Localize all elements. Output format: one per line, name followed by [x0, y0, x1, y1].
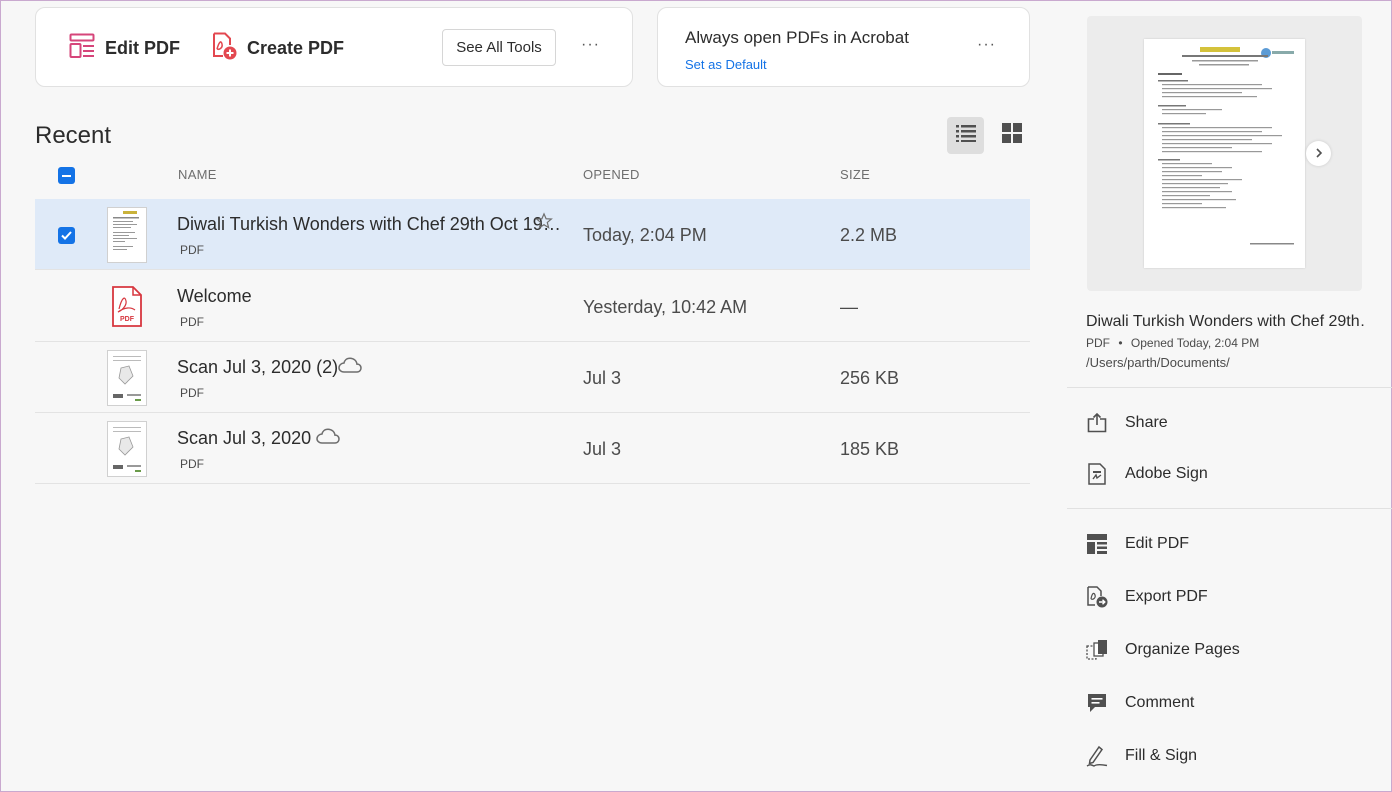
file-name: Welcome	[177, 286, 252, 306]
details-bullet: •	[1118, 336, 1123, 350]
preview-next-button[interactable]	[1306, 141, 1331, 166]
grid-view-button[interactable]	[993, 117, 1030, 154]
adobe-sign-icon	[1086, 463, 1108, 485]
create-pdf-icon	[211, 32, 237, 65]
svg-text:PDF: PDF	[120, 316, 135, 323]
fill-sign-icon	[1086, 745, 1108, 767]
tools-more-icon[interactable]: ···	[581, 36, 600, 54]
adobe-sign-label: Adobe Sign	[1125, 465, 1208, 482]
file-thumbnail	[107, 350, 147, 406]
file-type: PDF	[180, 243, 204, 257]
file-size: 256 KB	[840, 368, 900, 388]
table-row[interactable]: PDF Welcome PDF Yesterday, 10:42 AM —	[35, 271, 1030, 342]
list-view-icon	[955, 124, 976, 147]
file-size: 2.2 MB	[840, 225, 898, 245]
list-view-button[interactable]	[947, 117, 984, 154]
adobe-sign-action[interactable]: Adobe Sign	[1086, 463, 1208, 485]
file-size: —	[840, 297, 858, 317]
details-path: /Users/parth/Documents/	[1086, 355, 1230, 370]
set-as-default-link[interactable]: Set as Default	[685, 57, 767, 72]
organize-pages-label: Organize Pages	[1125, 641, 1240, 658]
column-opened[interactable]: OPENED	[583, 167, 640, 182]
fill-sign-label: Fill & Sign	[1125, 747, 1198, 764]
cloud-icon	[316, 428, 340, 449]
share-action[interactable]: Share	[1086, 412, 1168, 434]
file-name: Scan Jul 3, 2020	[177, 428, 312, 448]
file-thumbnail	[107, 207, 147, 263]
create-pdf-tool[interactable]: Create PDF	[211, 32, 344, 64]
default-app-card: Always open PDFs in Acrobat Set as Defau…	[657, 7, 1030, 87]
column-name[interactable]: NAME	[178, 167, 217, 182]
file-size: 185 KB	[840, 439, 900, 459]
edit-pdf-tool[interactable]: Edit PDF	[69, 32, 180, 64]
table-row[interactable]: Scan Jul 3, 2020 PDF Jul 3 185 KB	[35, 413, 1030, 484]
details-file-name: Diwali Turkish Wonders with Chef 29th…	[1086, 313, 1366, 330]
table-row[interactable]: Scan Jul 3, 2020 (2) PDF Jul 3 256 KB	[35, 342, 1030, 413]
see-all-tools-button[interactable]: See All Tools	[442, 29, 556, 66]
file-name: Scan Jul 3, 2020 (2)	[177, 357, 339, 377]
tools-card: Edit PDF Create PDF See All Tools ···	[35, 7, 633, 87]
file-opened: Jul 3	[583, 439, 622, 459]
divider	[1067, 508, 1392, 509]
edit-pdf-label: Edit PDF	[1125, 535, 1190, 552]
table-row[interactable]: Diwali Turkish Wonders with Chef 29th Oc…	[35, 199, 1030, 270]
file-type: PDF	[180, 457, 204, 471]
create-pdf-label: Create PDF	[247, 37, 345, 58]
file-type: PDF	[180, 386, 204, 400]
file-opened: Today, 2:04 PM	[583, 225, 707, 245]
divider	[1067, 387, 1392, 388]
edit-pdf-icon	[69, 33, 95, 64]
row-checkbox[interactable]	[58, 227, 75, 244]
check-icon	[61, 227, 72, 245]
star-outline-icon[interactable]	[535, 212, 553, 235]
details-meta: PDF • Opened Today, 2:04 PM	[1086, 336, 1259, 350]
comment-label: Comment	[1125, 694, 1195, 711]
share-icon	[1086, 412, 1108, 434]
fill-sign-action[interactable]: Fill & Sign	[1086, 745, 1197, 767]
edit-pdf-action[interactable]: Edit PDF	[1086, 533, 1189, 555]
export-pdf-label: Export PDF	[1125, 588, 1208, 605]
select-all-checkbox[interactable]	[58, 167, 75, 184]
edit-pdf-label: Edit PDF	[105, 37, 180, 58]
file-opened: Jul 3	[583, 368, 622, 388]
file-type: PDF	[180, 315, 204, 329]
minus-icon	[62, 174, 71, 177]
default-app-title: Always open PDFs in Acrobat	[685, 28, 909, 47]
grid-view-icon	[1001, 123, 1022, 148]
column-size[interactable]: SIZE	[840, 167, 870, 182]
comment-icon	[1086, 692, 1108, 714]
file-thumbnail	[107, 421, 147, 477]
export-pdf-icon	[1086, 586, 1108, 608]
organize-pages-icon	[1086, 639, 1108, 661]
preview-page-image	[1144, 39, 1305, 268]
pdf-file-icon: PDF	[107, 279, 147, 335]
default-more-icon[interactable]: ···	[977, 36, 996, 54]
organize-pages-action[interactable]: Organize Pages	[1086, 639, 1240, 661]
details-opened: Opened Today, 2:04 PM	[1130, 336, 1260, 350]
edit-pdf-icon	[1086, 533, 1108, 555]
share-label: Share	[1125, 414, 1168, 431]
recent-title: Recent	[35, 122, 112, 149]
file-opened: Yesterday, 10:42 AM	[583, 297, 748, 317]
comment-action[interactable]: Comment	[1086, 692, 1194, 714]
export-pdf-action[interactable]: Export PDF	[1086, 586, 1208, 608]
file-name: Diwali Turkish Wonders with Chef 29th Oc…	[177, 214, 561, 234]
cloud-icon	[338, 357, 362, 378]
chevron-right-icon	[1315, 145, 1323, 163]
details-type: PDF	[1086, 336, 1110, 350]
